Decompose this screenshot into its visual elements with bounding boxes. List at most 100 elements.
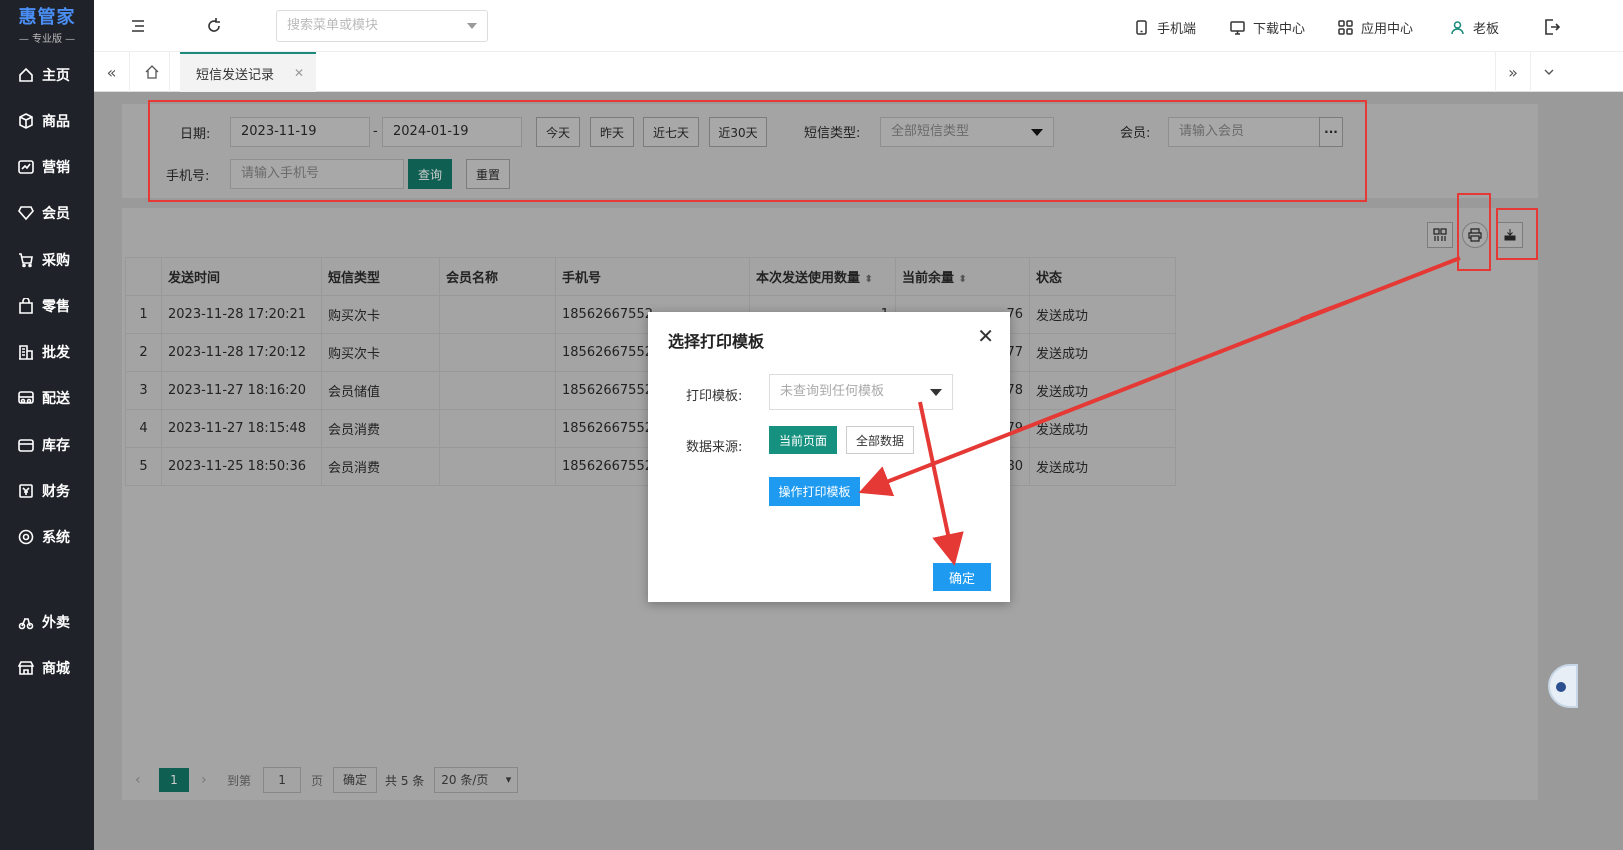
app-center-link[interactable]: 应用中心 [1338, 18, 1413, 37]
col-index [125, 257, 162, 296]
tabs-scroll-right-icon[interactable]: » [1495, 52, 1531, 92]
menu-search-select[interactable]: 搜索菜单或模块 [276, 10, 488, 42]
member-name-cell [439, 295, 556, 334]
monitor-icon [1230, 21, 1245, 35]
status-cell: 发送成功 [1029, 295, 1176, 334]
refresh-icon[interactable] [204, 16, 224, 36]
row-index: 4 [125, 409, 162, 448]
bag-icon [19, 298, 33, 314]
row-index: 1 [125, 295, 162, 334]
sidebar-item-goods[interactable]: 商品 [0, 101, 94, 141]
chevron-down-icon [467, 23, 477, 29]
page-1-button[interactable]: 1 [159, 768, 189, 792]
operate-template-button[interactable]: 操作打印模板 [769, 477, 860, 506]
print-annotation-box [1457, 193, 1491, 271]
sidebar-item-retail[interactable]: 零售 [0, 286, 94, 326]
member-name-cell [439, 447, 556, 486]
tabs-menu-chevron-icon[interactable] [1531, 52, 1567, 92]
dialog-title: 选择打印模板 [668, 332, 765, 351]
row-index: 2 [125, 333, 162, 372]
cube-icon [19, 113, 33, 129]
sort-icon[interactable]: ⬍ [959, 274, 967, 285]
sidebar: 惠管家 — 专业版 — 主页 商品 营销 会员 采购 零售 批发 配送 库存 财… [0, 0, 94, 850]
download-center-link[interactable]: 下载中心 [1230, 18, 1305, 37]
goto-confirm-button[interactable]: 确定 [333, 767, 378, 793]
col-send-time[interactable]: 发送时间 [161, 257, 322, 296]
target-icon [18, 529, 34, 545]
sidebar-item-finance[interactable]: 财务 [0, 471, 94, 511]
sidebar-item-system[interactable]: 系统 [0, 517, 94, 557]
send-time-cell: 2023-11-27 18:16:20 [161, 371, 322, 410]
next-page-icon[interactable]: › [201, 772, 221, 788]
table-header-row: 发送时间 短信类型 会员名称 手机号 本次发送使用数量 ⬍ 当前余量 ⬍ 状态 [125, 257, 1176, 296]
close-icon[interactable]: ✕ [977, 324, 994, 348]
all-data-button[interactable]: 全部数据 [846, 426, 914, 454]
prev-page-icon[interactable]: ‹ [135, 772, 155, 788]
sidebar-item-purchase[interactable]: 采购 [0, 240, 94, 280]
sidebar-item-wholesale[interactable]: 批发 [0, 332, 94, 372]
chevron-down-icon: ▾ [505, 773, 512, 786]
cart-icon [19, 253, 33, 268]
row-index: 5 [125, 447, 162, 486]
tab-sms-records[interactable]: 短信发送记录 ✕ [180, 52, 316, 92]
top-bar: 搜索菜单或模块 手机端 下载中心 应用中心 老板 [94, 0, 1623, 52]
building-icon [19, 345, 33, 360]
sms-type-cell: 会员储值 [321, 371, 440, 410]
status-cell: 发送成功 [1029, 371, 1176, 410]
source-label: 数据来源: [686, 440, 743, 455]
col-status[interactable]: 状态 [1029, 257, 1176, 296]
send-time-cell: 2023-11-28 17:20:21 [161, 295, 322, 334]
template-label: 打印模板: [686, 389, 743, 404]
box-icon [18, 439, 34, 452]
columns-grid-icon[interactable] [1427, 222, 1453, 248]
status-cell: 发送成功 [1029, 333, 1176, 372]
sidebar-item-takeaway[interactable]: 外卖 [0, 602, 94, 642]
col-remaining[interactable]: 当前余量 ⬍ [895, 257, 1030, 296]
sidebar-item-member[interactable]: 会员 [0, 193, 94, 233]
truck-icon [18, 391, 34, 404]
phone-icon [1136, 20, 1147, 35]
print-template-dialog: 选择打印模板 ✕ 打印模板: 未查询到任何模板 数据来源: 当前页面 全部数据 … [648, 312, 1010, 602]
brand-name: 惠管家 [18, 7, 76, 28]
status-cell: 发送成功 [1029, 447, 1176, 486]
member-name-cell [439, 333, 556, 372]
brand-logo[interactable]: 惠管家 — 专业版 — [0, 0, 94, 50]
goto-page-input[interactable]: 1 [263, 767, 302, 793]
sidebar-item-mall[interactable]: 商城 [0, 648, 94, 688]
menu-toggle-icon[interactable] [128, 16, 148, 36]
sidebar-item-inventory[interactable]: 库存 [0, 425, 94, 465]
diamond-icon [18, 206, 34, 221]
tab-close-icon[interactable]: ✕ [294, 66, 304, 80]
mobile-link[interactable]: 手机端 [1134, 18, 1196, 37]
current-page-button[interactable]: 当前页面 [769, 426, 837, 454]
home-tab-icon[interactable] [134, 52, 170, 92]
tab-bar: « 短信发送记录 ✕ » [94, 52, 1623, 92]
bike-icon [18, 618, 34, 630]
sidebar-item-delivery[interactable]: 配送 [0, 378, 94, 418]
sms-type-cell: 会员消费 [321, 409, 440, 448]
col-member-name[interactable]: 会员名称 [439, 257, 556, 296]
assistant-eye-icon [1556, 682, 1566, 692]
col-used-count[interactable]: 本次发送使用数量 ⬍ [749, 257, 896, 296]
col-sms-type[interactable]: 短信类型 [321, 257, 440, 296]
home-icon [19, 67, 33, 82]
chart-icon [18, 160, 34, 174]
row-index: 3 [125, 371, 162, 410]
send-time-cell: 2023-11-27 18:15:48 [161, 409, 322, 448]
template-select[interactable]: 未查询到任何模板 [769, 374, 953, 410]
sms-type-cell: 购买次卡 [321, 295, 440, 334]
yen-icon [19, 484, 33, 498]
logout-icon[interactable] [1542, 17, 1562, 37]
send-time-cell: 2023-11-25 18:50:36 [161, 447, 322, 486]
confirm-button[interactable]: 确定 [933, 563, 991, 591]
send-time-cell: 2023-11-28 17:20:12 [161, 333, 322, 372]
sidebar-item-marketing[interactable]: 营销 [0, 147, 94, 187]
tabs-scroll-left-icon[interactable]: « [94, 52, 130, 92]
pagination: ‹ 1 › 到第 1 页 确定 共 5 条 20 条/页 ▾ [135, 767, 519, 793]
user-menu[interactable]: 老板 [1450, 18, 1499, 37]
sort-icon[interactable]: ⬍ [865, 274, 873, 285]
page-size-select[interactable]: 20 条/页 ▾ [434, 767, 519, 793]
export-annotation-box [1496, 208, 1538, 260]
col-phone[interactable]: 手机号 [555, 257, 750, 296]
sidebar-item-home[interactable]: 主页 [0, 55, 94, 95]
